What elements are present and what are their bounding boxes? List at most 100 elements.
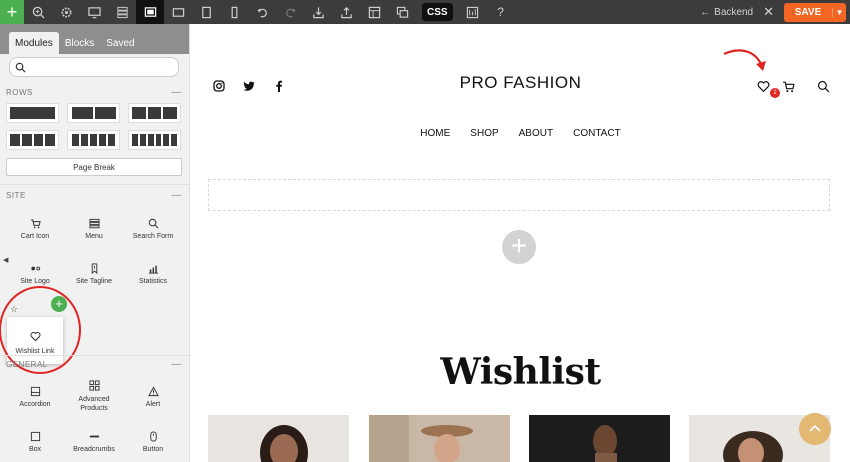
collapse-icon[interactable]: — [172, 87, 183, 98]
tab-blocks[interactable]: Blocks [59, 32, 100, 54]
caret-left-icon[interactable]: ◀ [3, 256, 8, 264]
module-search-input[interactable] [9, 57, 179, 77]
row-6-col[interactable] [128, 130, 181, 150]
module-menu[interactable]: Menu [65, 216, 123, 240]
module-accordion[interactable]: Accordion [6, 384, 64, 408]
module-label: Menu [85, 233, 103, 240]
button-icon [149, 430, 157, 442]
module-site-logo[interactable]: Site Logo [6, 261, 64, 285]
preview-canvas: PRO FASHION 2 HOME SHOP ABOUT CONTACT + … [191, 24, 850, 462]
module-statistics[interactable]: Statistics [124, 261, 182, 285]
save-button[interactable]: SAVE ▼ [784, 2, 846, 22]
page-builder: + CSS ? ← Backend ✕ SAVE ▼ Modules Block… [0, 0, 850, 462]
module-advanced-products[interactable]: Advanced Products [65, 378, 123, 413]
box-icon [30, 431, 40, 441]
nav-item-home[interactable]: HOME [420, 128, 450, 139]
collapse-icon[interactable]: — [172, 359, 183, 370]
module-label: Button [142, 446, 164, 453]
module-site-tagline[interactable]: Site Tagline [65, 261, 123, 285]
search-icon [148, 218, 158, 228]
divider [0, 184, 190, 185]
statistics-icon [148, 265, 158, 274]
nav-item-shop[interactable]: SHOP [470, 128, 498, 139]
wishlist-count-badge: 2 [770, 88, 780, 98]
module-alert[interactable]: Alert [124, 384, 182, 408]
rows-section-title[interactable]: ROWS — [6, 87, 183, 98]
row-5-col[interactable] [67, 130, 120, 150]
css-button[interactable]: CSS [422, 3, 453, 21]
header-icons [757, 80, 830, 93]
export-icon[interactable] [332, 0, 360, 24]
desktop-view-icon[interactable] [80, 0, 108, 24]
search-icon [15, 62, 26, 73]
chevron-up-icon [809, 424, 821, 432]
mobile-icon[interactable] [220, 0, 248, 24]
add-module-button[interactable]: + [0, 0, 24, 24]
collapse-icon[interactable]: — [172, 190, 183, 201]
model-photo-3 [529, 415, 670, 462]
save-label: SAVE [794, 6, 822, 18]
layers-icon[interactable] [108, 0, 136, 24]
layout-icon[interactable] [360, 0, 388, 24]
tab-modules[interactable]: Modules [9, 32, 59, 54]
module-label: Statistics [138, 278, 167, 285]
empty-row-dropzone[interactable] [208, 179, 830, 211]
close-icon[interactable]: ✕ [763, 4, 774, 20]
module-label: Accordion [19, 401, 51, 408]
chevron-down-icon[interactable]: ▼ [832, 7, 846, 17]
product-image[interactable] [369, 415, 510, 462]
module-search-form[interactable]: Search Form [124, 216, 182, 240]
module-label: Cart Icon [20, 233, 50, 240]
revisions-icon[interactable] [459, 0, 487, 24]
tablet-landscape-icon[interactable] [164, 0, 192, 24]
module-label: Site Tagline [75, 278, 113, 285]
page-break-button[interactable]: Page Break [6, 158, 182, 176]
backend-link[interactable]: ← Backend [700, 7, 753, 18]
nav-item-contact[interactable]: CONTACT [573, 128, 621, 139]
redo-icon[interactable] [276, 0, 304, 24]
product-image[interactable] [529, 415, 670, 462]
top-toolbar: + CSS ? ← Backend ✕ SAVE ▼ [0, 0, 850, 24]
row-4-col[interactable] [6, 130, 59, 150]
module-cart-icon[interactable]: Cart Icon [6, 216, 64, 240]
logo-icon [30, 266, 40, 270]
row-2-col[interactable] [67, 103, 120, 123]
module-breadcrumbs[interactable]: Breadcrumbs [65, 429, 123, 453]
cart-icon [30, 218, 41, 228]
module-box[interactable]: Box [6, 429, 64, 453]
duplicate-icon[interactable] [388, 0, 416, 24]
tablet-portrait-icon[interactable] [192, 0, 220, 24]
cart-icon[interactable] [782, 80, 795, 93]
site-heading: SITE [6, 191, 26, 200]
breadcrumbs-icon [89, 435, 99, 437]
row-3-col[interactable] [128, 103, 181, 123]
settings-icon[interactable] [52, 0, 80, 24]
main-nav: HOME SHOP ABOUT CONTACT [191, 128, 850, 139]
add-row-button[interactable]: + [502, 230, 536, 264]
modules-panel: Modules Blocks Saved ROWS — Page Break S… [0, 24, 190, 462]
search-icon[interactable] [817, 80, 830, 93]
module-label: Breadcrumbs [73, 446, 115, 453]
undo-icon[interactable] [248, 0, 276, 24]
desktop-breakpoint-icon[interactable] [136, 0, 164, 24]
product-image[interactable] [208, 415, 349, 462]
nav-item-about[interactable]: ABOUT [519, 128, 553, 139]
module-button[interactable]: Button [124, 429, 182, 453]
scroll-to-top-button[interactable] [799, 413, 831, 445]
backend-label: Backend [714, 6, 754, 18]
module-label: Site Logo [20, 278, 50, 285]
rows-heading: ROWS [6, 88, 33, 97]
import-icon[interactable] [304, 0, 332, 24]
zoom-icon[interactable] [24, 0, 52, 24]
model-photo-1 [208, 415, 349, 462]
row-1-col[interactable] [6, 103, 59, 123]
alert-icon [147, 385, 159, 396]
panel-tabs: Modules Blocks Saved [0, 24, 189, 54]
site-section-title[interactable]: SITE — [6, 190, 183, 201]
help-icon[interactable]: ? [487, 0, 515, 24]
tab-saved[interactable]: Saved [100, 32, 140, 54]
tagline-icon [91, 262, 97, 274]
heart-icon[interactable] [757, 80, 770, 93]
general-section-title[interactable]: GENERAL — [6, 359, 183, 370]
grid-icon [88, 379, 100, 391]
